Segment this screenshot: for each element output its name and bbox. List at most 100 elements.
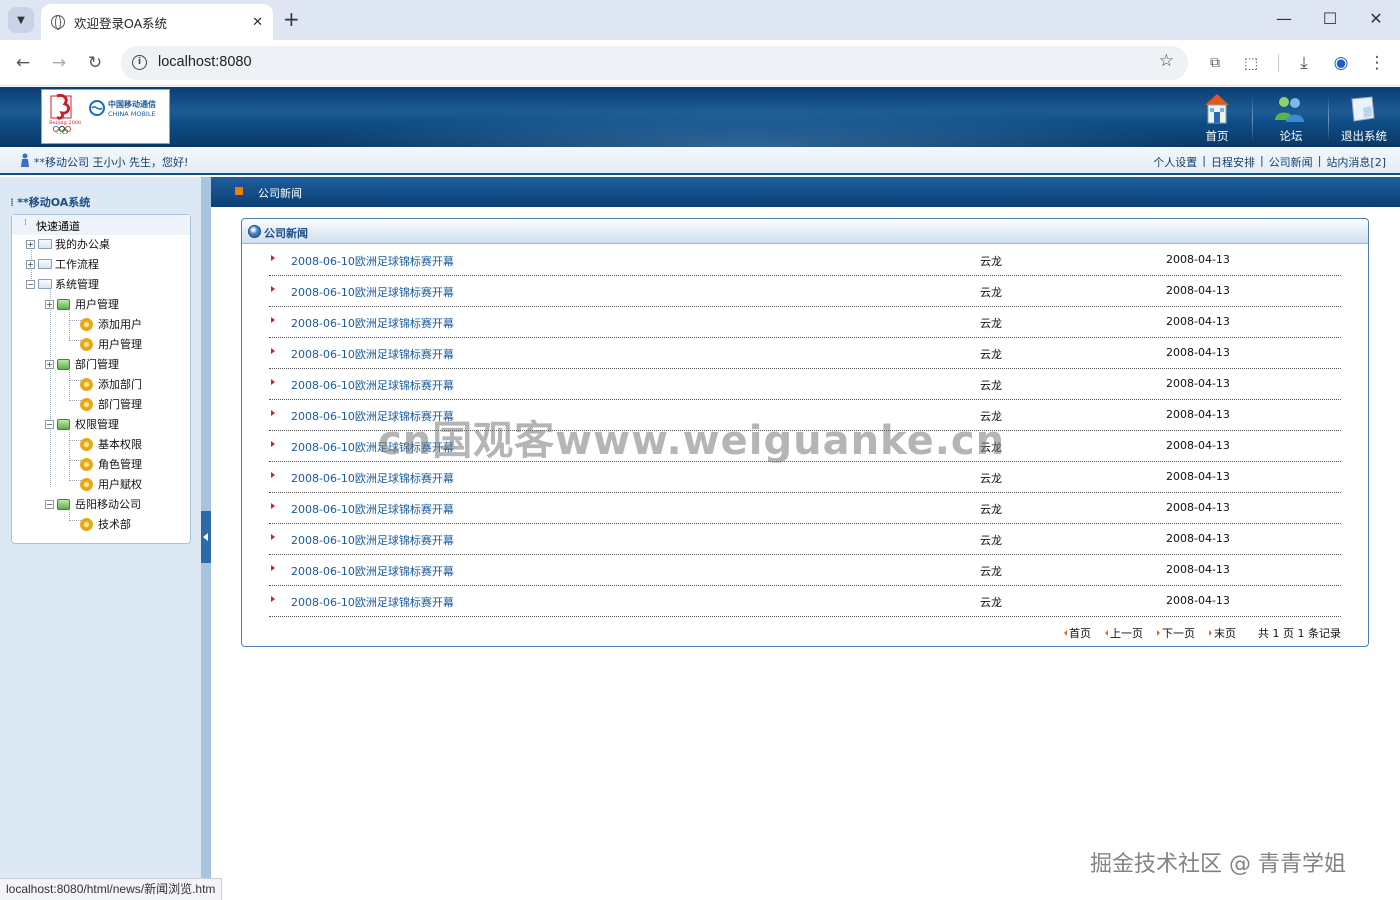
browser-tab-bar: ▼ 欢迎登录OA系统 ✕ + — ☐ ✕ bbox=[0, 0, 1400, 40]
prev-page-icon bbox=[1105, 630, 1109, 636]
news-title-link[interactable]: 2008-06-10欧洲足球锦标赛开幕 bbox=[291, 377, 454, 393]
tree-node-label: 岳阳移动公司 bbox=[75, 498, 141, 511]
collapse-icon[interactable]: − bbox=[45, 499, 54, 509]
pagination: 首页 上一页 下一页 末页 共 1 页 1 条记录 bbox=[1064, 625, 1341, 641]
gear-icon bbox=[81, 318, 92, 330]
minimize-icon[interactable]: — bbox=[1269, 8, 1299, 30]
news-date: 2008-04-13 bbox=[1166, 408, 1230, 421]
nav-tree-panel: ⁞ 快速通道 + 我的办公桌 + 工作流程 − 系统管理 + 用户管理 添加用户… bbox=[11, 214, 191, 544]
close-tab-icon[interactable]: ✕ bbox=[252, 15, 263, 30]
news-title-link[interactable]: 2008-06-10欧洲足球锦标赛开幕 bbox=[291, 594, 454, 610]
link-separator: | bbox=[1317, 154, 1322, 167]
expand-icon[interactable]: + bbox=[26, 239, 35, 249]
expand-icon[interactable]: + bbox=[45, 299, 54, 309]
profile-icon[interactable]: ◉ bbox=[1329, 51, 1353, 75]
tree-node-basic-permissions[interactable]: 基本权限 bbox=[81, 435, 142, 453]
arrow-bullet-icon bbox=[271, 379, 275, 385]
toolbar-divider bbox=[1278, 54, 1279, 72]
screenshot-icon[interactable]: ⧉ bbox=[1203, 51, 1227, 75]
home-icon bbox=[1205, 94, 1229, 124]
news-panel-header: 公司新闻 bbox=[242, 219, 1368, 244]
address-bar[interactable]: i localhost:8080 ☆ bbox=[121, 46, 1188, 80]
tree-line bbox=[69, 427, 70, 479]
forum-users-icon bbox=[1275, 97, 1304, 122]
arrow-bullet-icon bbox=[271, 286, 275, 292]
gear-icon bbox=[81, 378, 92, 390]
forward-icon[interactable]: → bbox=[47, 51, 71, 75]
link-personal-settings[interactable]: 个人设置 bbox=[1153, 154, 1197, 170]
news-author: 云龙 bbox=[980, 534, 1002, 547]
news-title-link[interactable]: 2008-06-10欧洲足球锦标赛开幕 bbox=[291, 284, 454, 300]
expand-icon[interactable]: + bbox=[45, 359, 54, 369]
tree-node-user-management[interactable]: + 用户管理 bbox=[45, 295, 119, 313]
tree-node-workflow[interactable]: + 工作流程 bbox=[26, 255, 99, 273]
download-icon[interactable]: ⤓ bbox=[1292, 51, 1316, 75]
tree-node-add-user[interactable]: 添加用户 bbox=[81, 315, 142, 333]
first-page-button[interactable]: 首页 bbox=[1064, 625, 1091, 641]
link-schedule[interactable]: 日程安排 bbox=[1211, 154, 1255, 170]
menu-kebab-icon[interactable]: ⋮ bbox=[1365, 51, 1389, 75]
last-page-button[interactable]: 末页 bbox=[1209, 625, 1236, 641]
left-sidebar: ⁞ **移动OA系统 ⁞ 快速通道 + 我的办公桌 + 工作流程 − 系统管理 … bbox=[0, 177, 201, 900]
news-author: 云龙 bbox=[980, 348, 1002, 361]
extensions-icon[interactable]: ⬚ bbox=[1239, 51, 1263, 75]
arrow-bullet-icon bbox=[271, 534, 275, 540]
link-company-news[interactable]: 公司新闻 bbox=[1269, 154, 1313, 170]
news-title-link[interactable]: 2008-06-10欧洲足球锦标赛开幕 bbox=[291, 501, 454, 517]
news-title-link[interactable]: 2008-06-10欧洲足球锦标赛开幕 bbox=[291, 253, 454, 269]
news-title-link[interactable]: 2008-06-10欧洲足球锦标赛开幕 bbox=[291, 315, 454, 331]
tree-line bbox=[69, 380, 81, 381]
window-close-icon[interactable]: ✕ bbox=[1361, 8, 1391, 30]
tree-node-tech-department[interactable]: 技术部 bbox=[81, 515, 131, 533]
tree-node-user-grant[interactable]: 用户赋权 bbox=[81, 475, 142, 493]
maximize-icon[interactable]: ☐ bbox=[1315, 8, 1345, 30]
bookmark-star-icon[interactable]: ☆ bbox=[1159, 51, 1174, 71]
news-title-link[interactable]: 2008-06-10欧洲足球锦标赛开幕 bbox=[291, 470, 454, 486]
arrow-bullet-icon bbox=[271, 503, 275, 509]
back-icon[interactable]: ← bbox=[11, 51, 35, 75]
reload-icon[interactable]: ↻ bbox=[83, 51, 107, 75]
nav-home-label: 首页 bbox=[1205, 129, 1229, 143]
news-title-link[interactable]: 2008-06-10欧洲足球锦标赛开幕 bbox=[291, 563, 454, 579]
news-title-link[interactable]: 2008-06-10欧洲足球锦标赛开幕 bbox=[291, 346, 454, 362]
quick-links: 个人设置 | 日程安排 | 公司新闻 | 站内消息[2] bbox=[1153, 154, 1386, 170]
tree-node-label: 添加部门 bbox=[98, 378, 142, 391]
collapse-icon[interactable]: − bbox=[45, 419, 54, 429]
news-date: 2008-04-13 bbox=[1166, 532, 1230, 545]
tree-node-add-department[interactable]: 添加部门 bbox=[81, 375, 142, 393]
tree-node-permission-management[interactable]: − 权限管理 bbox=[45, 415, 119, 433]
new-tab-button[interactable]: + bbox=[283, 8, 300, 30]
nav-divider bbox=[1252, 95, 1253, 143]
tree-node-yueyang-mobile[interactable]: − 岳阳移动公司 bbox=[45, 495, 141, 513]
tab-search-button[interactable]: ▼ bbox=[8, 7, 34, 33]
browser-tab[interactable]: 欢迎登录OA系统 ✕ bbox=[41, 4, 273, 40]
prev-page-button[interactable]: 上一页 bbox=[1105, 625, 1143, 641]
table-row: 2008-06-10欧洲足球锦标赛开幕 云龙 2008-04-13 bbox=[269, 338, 1341, 369]
table-row: 2008-06-10欧洲足球锦标赛开幕 云龙 2008-04-13 bbox=[269, 524, 1341, 555]
link-site-messages[interactable]: 站内消息[2] bbox=[1326, 154, 1386, 170]
next-page-button[interactable]: 下一页 bbox=[1157, 625, 1195, 641]
collapse-sidebar-icon[interactable] bbox=[201, 511, 211, 563]
tree-node-department-manage[interactable]: 部门管理 bbox=[81, 395, 142, 413]
news-author: 云龙 bbox=[980, 472, 1002, 485]
square-bullet-icon bbox=[235, 187, 243, 195]
site-info-icon[interactable]: i bbox=[132, 55, 147, 70]
news-title-link[interactable]: 2008-06-10欧洲足球锦标赛开幕 bbox=[291, 532, 454, 548]
address-url[interactable]: localhost:8080 bbox=[158, 54, 252, 70]
tree-node-role-management[interactable]: 角色管理 bbox=[81, 455, 142, 473]
tree-node-department-management[interactable]: + 部门管理 bbox=[45, 355, 119, 373]
tree-node-office[interactable]: + 我的办公桌 bbox=[26, 235, 110, 253]
table-row: 2008-06-10欧洲足球锦标赛开幕 云龙 2008-04-13 bbox=[269, 245, 1341, 276]
collapse-icon[interactable]: − bbox=[26, 279, 35, 289]
quick-access-header[interactable]: ⁞ 快速通道 bbox=[12, 215, 190, 235]
globe-icon bbox=[248, 225, 261, 238]
tree-node-system-management[interactable]: − 系统管理 bbox=[26, 275, 99, 293]
logo: Beijing 2008 中国移动通信 CHINA MOBILE bbox=[41, 89, 170, 144]
status-bar-url: localhost:8080/html/news/新闻浏览.htm bbox=[0, 878, 223, 900]
news-author: 云龙 bbox=[980, 565, 1002, 578]
news-author: 云龙 bbox=[980, 317, 1002, 330]
tree-node-user-manage[interactable]: 用户管理 bbox=[81, 335, 142, 353]
expand-icon[interactable]: + bbox=[26, 259, 35, 269]
module-icon bbox=[57, 498, 70, 510]
tree-line bbox=[69, 340, 81, 341]
